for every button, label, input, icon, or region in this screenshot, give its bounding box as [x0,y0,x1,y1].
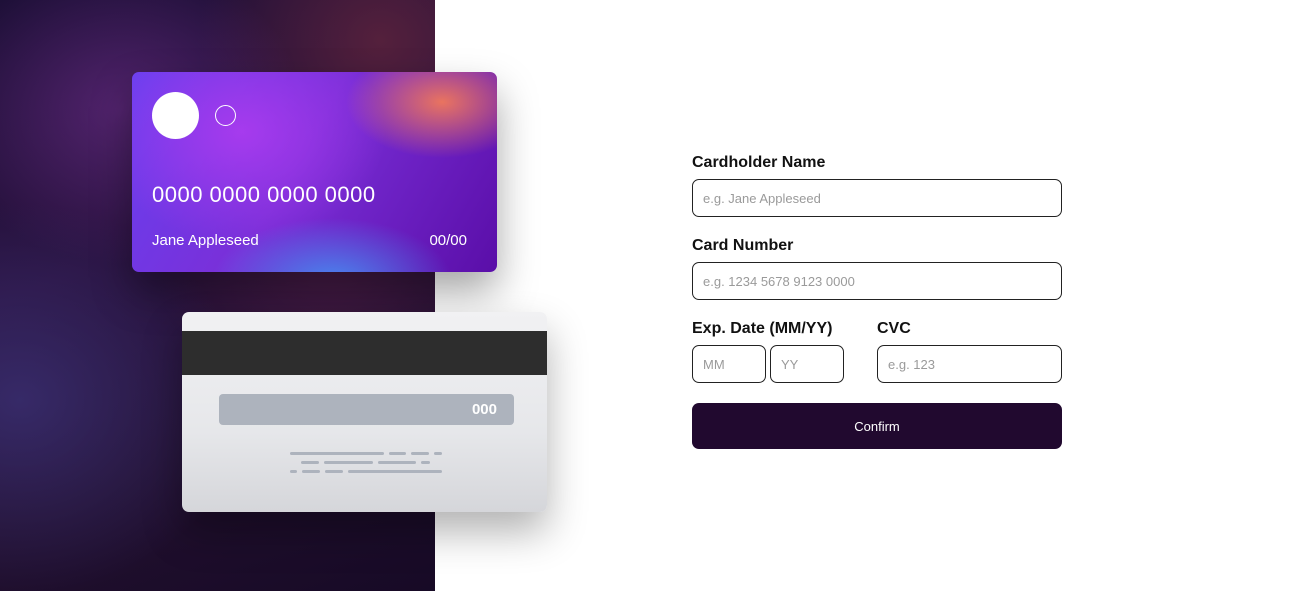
decorative-line [411,452,429,455]
cardholder-name-label: Cardholder Name [692,154,826,171]
decorative-line [290,452,384,455]
card-logo-circle-outline-icon [215,105,236,126]
cardholder-name-display: Jane Appleseed [152,232,259,249]
card-number-input[interactable] [692,262,1062,300]
decorative-line [301,461,319,464]
decorative-line [378,461,416,464]
card-number-label: Card Number [692,237,794,254]
magnetic-stripe [182,331,547,375]
decorative-line [389,452,406,455]
decorative-line [290,470,297,473]
card-number-display: 0000 0000 0000 0000 [152,182,376,207]
decorative-line [325,470,343,473]
exp-month-input[interactable] [692,345,766,383]
decorative-line [324,461,373,464]
decorative-line [348,470,442,473]
cvc-label: CVC [877,320,911,337]
card-front: 0000 0000 0000 0000 Jane Appleseed 00/00 [132,72,497,272]
card-cvc-display: 000 [219,394,514,425]
card-expiry-display: 00/00 [429,232,467,249]
cardholder-name-input[interactable] [692,179,1062,217]
confirm-button[interactable]: Confirm [692,403,1062,449]
cvc-input[interactable] [877,345,1062,383]
decorative-line [421,461,430,464]
exp-year-input[interactable] [770,345,844,383]
card-back: 000 [182,312,547,512]
card-logo-circle-filled-icon [152,92,199,139]
decorative-line [302,470,320,473]
exp-date-label: Exp. Date (MM/YY) [692,320,833,337]
decorative-line [434,452,442,455]
